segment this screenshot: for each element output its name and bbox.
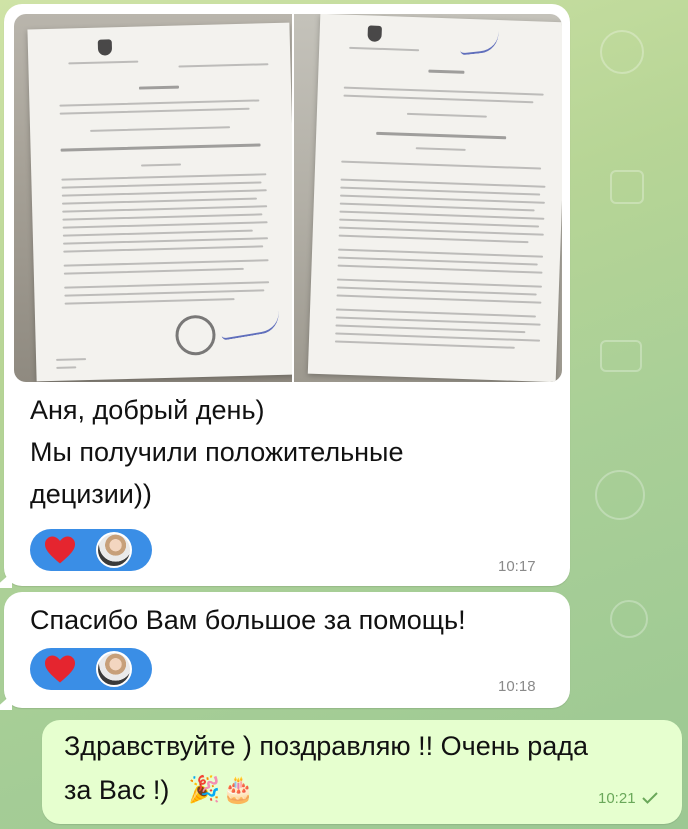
- message-text-line: Здравствуйте ) поздравляю !! Очень рада: [64, 731, 589, 761]
- birthday-cake-emoji: 🎂: [222, 774, 255, 804]
- document-photo-left[interactable]: [14, 14, 292, 382]
- wallpaper-doodle: [595, 470, 645, 520]
- signature-mark: [458, 31, 501, 56]
- message-text-line: за Вас !): [64, 775, 170, 805]
- document-page: [27, 22, 292, 382]
- signature-mark: [219, 310, 282, 341]
- message-time: 10:17: [498, 558, 536, 575]
- wallpaper-doodle: [600, 30, 644, 74]
- party-popper-emoji: 🎉: [188, 774, 221, 804]
- reactions-pill[interactable]: [30, 648, 152, 690]
- check-icon: [642, 792, 658, 804]
- stamp-icon: [174, 314, 217, 356]
- message-text-line: децизии)): [30, 479, 152, 509]
- emblem-icon: [367, 25, 382, 42]
- message-text-line: Аня, добрый день): [30, 395, 265, 425]
- wallpaper-doodle: [610, 170, 644, 204]
- message-bubble-2[interactable]: Спасибо Вам большое за помощь! 10:18: [4, 592, 570, 708]
- message-text-line: Мы получили положительные: [30, 437, 404, 467]
- wallpaper-doodle: [610, 600, 648, 638]
- message-bubble-3[interactable]: Здравствуйте ) поздравляю !! Очень рада …: [42, 720, 682, 824]
- emblem-icon: [97, 39, 113, 56]
- message-time: 10:21: [598, 790, 636, 807]
- message-text-line: Спасибо Вам большое за помощь!: [30, 605, 466, 635]
- document-page: [307, 14, 562, 382]
- message-bubble-1[interactable]: Аня, добрый день) Мы получили положитель…: [4, 4, 570, 586]
- heart-icon: [45, 655, 75, 683]
- document-photo-right[interactable]: [294, 14, 562, 382]
- wallpaper-doodle: [600, 340, 642, 372]
- reactions-pill[interactable]: [30, 529, 152, 571]
- message-time: 10:18: [498, 678, 536, 695]
- avatar[interactable]: [96, 532, 132, 568]
- avatar[interactable]: [96, 651, 132, 687]
- photo-attachment[interactable]: [14, 14, 562, 382]
- heart-icon: [45, 536, 75, 564]
